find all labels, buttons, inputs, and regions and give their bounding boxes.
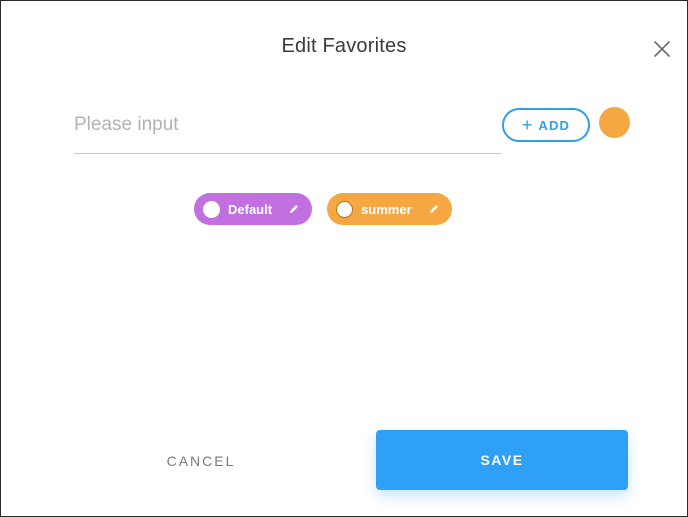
tag-radio[interactable]	[336, 200, 354, 218]
save-button[interactable]: SAVE	[376, 430, 628, 490]
plus-icon: +	[521, 115, 533, 135]
favorites-tag-list: Default summer	[194, 193, 452, 225]
tag-summer[interactable]: summer	[327, 193, 452, 225]
tag-default[interactable]: Default	[194, 193, 313, 225]
add-button[interactable]: + ADD	[502, 108, 590, 142]
favorite-name-input[interactable]	[74, 105, 501, 145]
dialog-title: Edit Favorites	[281, 35, 407, 57]
close-icon	[654, 41, 670, 57]
tag-label: Default	[228, 201, 273, 217]
pencil-icon[interactable]	[428, 203, 440, 215]
favorite-name-field	[74, 105, 501, 154]
tag-label: summer	[361, 201, 412, 217]
edit-favorites-dialog: Edit Favorites + ADD Default summer	[0, 0, 688, 517]
close-button[interactable]	[651, 38, 673, 60]
add-button-label: ADD	[538, 117, 571, 133]
tag-radio[interactable]	[203, 200, 220, 218]
color-picker-swatch[interactable]	[599, 107, 630, 138]
pencil-icon[interactable]	[288, 203, 300, 215]
cancel-button[interactable]: CANCEL	[141, 431, 261, 491]
